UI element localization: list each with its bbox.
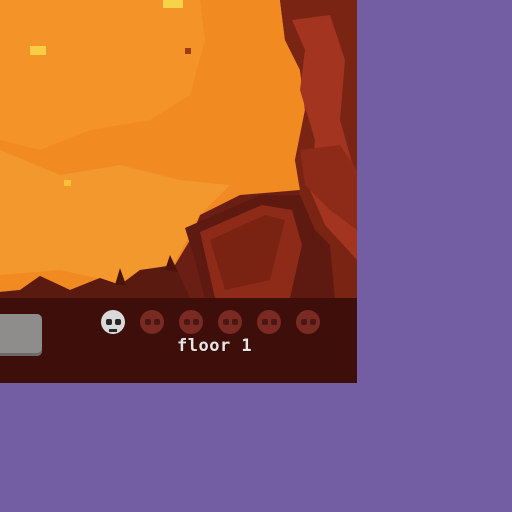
- skull-icon: [218, 310, 242, 334]
- game-viewport[interactable]: floor 1: [0, 0, 357, 383]
- skull-icon: [140, 310, 164, 334]
- floor-label: floor 1: [177, 336, 253, 356]
- skull-icon: [257, 310, 281, 334]
- lives-row: [97, 306, 324, 338]
- menu-button[interactable]: [0, 314, 42, 356]
- skull-icon: [101, 310, 125, 334]
- skull-icon: [296, 310, 320, 334]
- hud-bar: floor 1: [0, 298, 357, 383]
- skull-icon: [179, 310, 203, 334]
